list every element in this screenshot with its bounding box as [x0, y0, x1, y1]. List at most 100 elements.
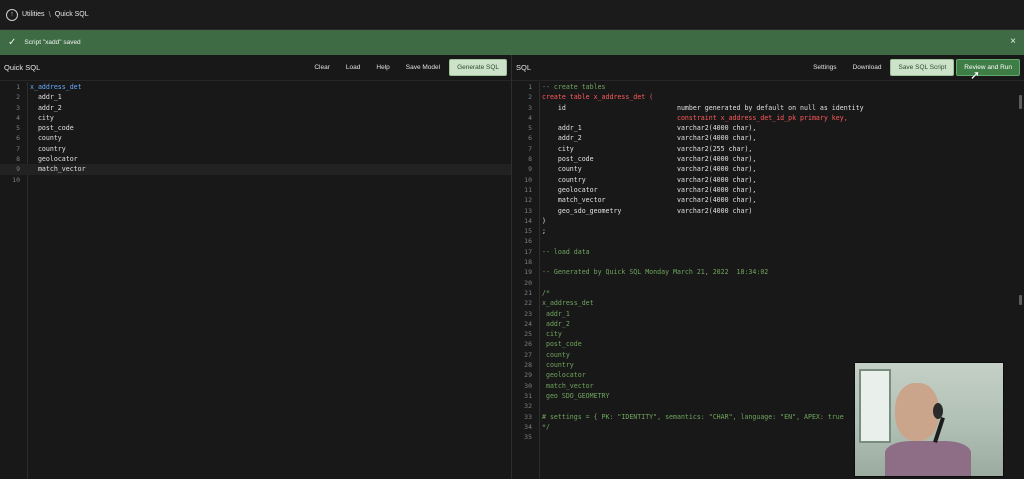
check-icon: ✓	[8, 37, 17, 48]
save-model-button[interactable]: Save Model	[399, 59, 447, 76]
sql-line: 1 -- create tables	[528, 83, 606, 91]
close-icon[interactable]: ×	[1010, 36, 1016, 47]
line-text: county	[30, 134, 62, 143]
line-text: geolocator	[30, 155, 78, 164]
line-text: country	[542, 361, 574, 370]
sql-toolbar: Settings Download Save SQL Script Review…	[804, 59, 1020, 76]
line-text: addr_2 varchar2(4000 char),	[542, 134, 757, 143]
line-text: match_vector	[30, 165, 86, 174]
sql-header: SQL Settings Download Save SQL Script Re…	[512, 55, 1024, 81]
line-text: addr_1 varchar2(4000 char),	[542, 124, 757, 133]
sql-line: 9 county varchar2(4000 char),	[528, 165, 757, 174]
sql-line: 13 geo_sdo_geometry varchar2(4000 char)	[524, 206, 753, 215]
line-text: match_vector varchar2(4000 char),	[542, 196, 757, 205]
line-text: country varchar2(4000 char),	[542, 175, 757, 184]
line-text: addr_2	[30, 103, 62, 112]
line-text: create table x_address_det (	[542, 93, 654, 102]
code-line: 7 country	[16, 144, 66, 153]
sql-line: 20	[524, 278, 532, 287]
line-text: )	[542, 216, 546, 225]
sql-line: 11 geolocator varchar2(4000 char),	[524, 185, 757, 194]
line-text: ;	[542, 227, 546, 236]
line-text: addr_2	[542, 319, 570, 328]
clear-button[interactable]: Clear	[307, 59, 337, 76]
line-text: city varchar2(255 char),	[542, 144, 753, 153]
code-line: 3 addr_2	[16, 103, 62, 112]
sql-line: 19 -- Generated by Quick SQL Monday March…	[524, 268, 769, 277]
code-line: 2 addr_1	[16, 93, 62, 102]
download-button[interactable]: Download	[846, 59, 889, 76]
sql-line: 24 addr_2	[524, 319, 570, 328]
line-text: country	[30, 144, 66, 153]
sql-line: 8 post_code varchar2(4000 char),	[528, 155, 757, 164]
code-line: 1 x_address_det	[16, 83, 82, 91]
sql-line: 14)	[524, 216, 546, 225]
sql-line: 2 create table x_address_det (	[528, 93, 654, 102]
line-text: county	[542, 350, 570, 359]
save-sql-script-button[interactable]: Save SQL Script	[890, 59, 955, 76]
line-text: geo SDO_GEOMETRY	[542, 391, 610, 400]
line-text: match_vector	[542, 381, 594, 390]
banner-message: Script "xadd" saved	[24, 39, 81, 46]
load-button[interactable]: Load	[339, 59, 367, 76]
up-arrow-icon[interactable]: ↑	[6, 8, 18, 21]
line-text: city	[30, 113, 54, 122]
quick-sql-editor[interactable]: 1 x_address_det 2 addr_1 3 addr_2 4 city …	[0, 82, 511, 479]
quick-sql-pane: Quick SQL Clear Load Help Save Model Gen…	[0, 55, 511, 479]
pane-title: Quick SQL	[4, 63, 41, 72]
mouse-pointer-icon: ➚	[970, 68, 981, 82]
breadcrumb-separator: \	[48, 10, 51, 19]
review-and-run-button[interactable]: Review and Run	[956, 59, 1020, 76]
line-text: post_code	[30, 124, 74, 133]
code-line: 5 post_code	[16, 124, 74, 133]
line-text: addr_1	[30, 93, 62, 102]
line-text: geolocator varchar2(4000 char),	[542, 185, 757, 194]
sql-line: 17 -- load data	[524, 247, 590, 256]
sql-line: 15;	[524, 227, 546, 236]
sql-line: 25 city	[524, 330, 562, 339]
sql-line: 12 match_vector varchar2(4000 char),	[524, 196, 757, 205]
line-text: post_code varchar2(4000 char),	[542, 155, 757, 164]
line-text: -- Generated by Quick SQL Monday March 2…	[542, 268, 769, 277]
code-line: 8 geolocator	[16, 155, 78, 164]
breadcrumb-quick-sql[interactable]: Quick SQL	[55, 11, 89, 18]
sql-line: 7 city varchar2(255 char),	[528, 144, 753, 153]
line-text: /*	[542, 288, 550, 297]
line-text: city	[542, 330, 562, 339]
line-text: addr_1	[542, 309, 570, 318]
generate-sql-button[interactable]: Generate SQL	[449, 59, 507, 76]
code-line: 6 county	[16, 134, 62, 143]
sql-line: 5 addr_1 varchar2(4000 char),	[528, 124, 757, 133]
sql-line: 6 addr_2 varchar2(4000 char),	[528, 134, 757, 143]
success-banner: ✓ Script "xadd" saved ×	[0, 30, 1024, 55]
line-text: county varchar2(4000 char),	[542, 165, 757, 174]
sql-scrollbar-middle-thumb[interactable]	[1019, 295, 1022, 305]
sql-line: 22 x_address_det	[524, 299, 594, 308]
sql-line: 3 id number generated by default on null…	[528, 103, 864, 112]
sql-line: 18	[524, 258, 532, 267]
line-text: x_address_det	[542, 299, 594, 308]
line-text: */	[542, 422, 550, 431]
breadcrumb-utilities[interactable]: Utilities	[22, 11, 45, 18]
line-text: post_code	[542, 340, 582, 349]
line-text: geolocator	[542, 371, 586, 380]
sql-line: 23 addr_1	[524, 309, 570, 318]
webcam-video	[854, 362, 1004, 477]
video-person-shirt	[885, 441, 971, 476]
line-text: -- load data	[542, 247, 590, 256]
quick-sql-toolbar: Clear Load Help Save Model Generate SQL	[305, 59, 507, 76]
code-line-active: 9 match_vector	[0, 164, 511, 175]
video-window-detail	[859, 369, 891, 443]
sql-scrollbar-top-thumb[interactable]	[1019, 95, 1022, 109]
line-text: x_address_det	[30, 83, 82, 91]
help-button[interactable]: Help	[369, 59, 396, 76]
line-text: # settings = { PK: "IDENTITY", semantics…	[542, 412, 844, 421]
settings-button[interactable]: Settings	[806, 59, 844, 76]
sql-line: 10 country varchar2(4000 char),	[524, 175, 757, 184]
line-text: constraint x_address_det_id_pk primary k…	[542, 113, 848, 122]
line-text: id number generated by default on null a…	[542, 103, 864, 112]
sql-line: 27 county	[524, 350, 570, 359]
quick-sql-header: Quick SQL Clear Load Help Save Model Gen…	[0, 55, 511, 81]
sql-line: 4 constraint x_address_det_id_pk primary…	[528, 113, 848, 122]
sql-line: 26 post_code	[524, 340, 582, 349]
